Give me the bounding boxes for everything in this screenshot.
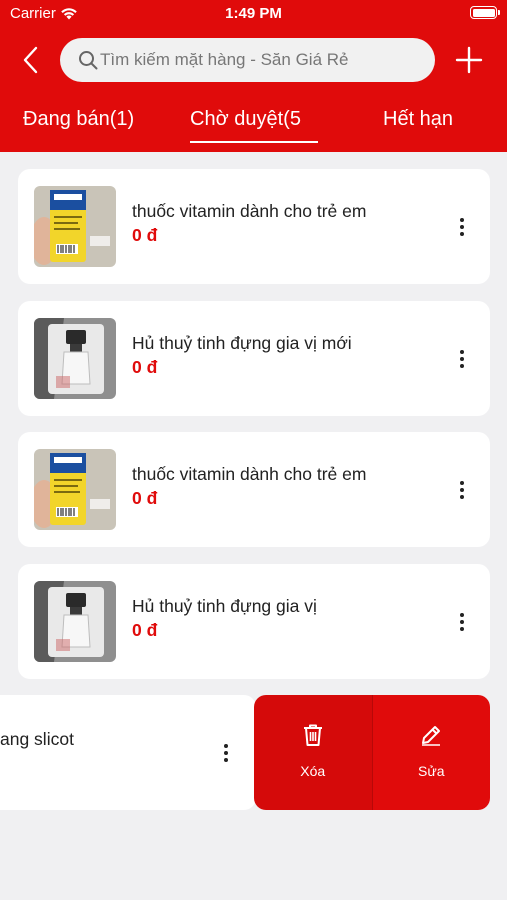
product-card[interactable]: Hủ thuỷ tinh đựng gia vị 0 đ: [18, 564, 490, 679]
status-tabs: Đang bán(1) Chờ duyệt(5 Hết hạn: [0, 104, 507, 146]
swiped-product-card[interactable]: ang slicot: [0, 695, 256, 810]
swipe-actions: Xóa Sửa: [254, 695, 490, 810]
product-price: 0 đ: [132, 488, 158, 508]
search-icon: [79, 51, 98, 70]
status-time: 1:49 PM: [225, 5, 282, 22]
edit-label: Sửa: [418, 763, 445, 779]
search-input[interactable]: Tìm kiếm mặt hàng - Săn Giá Rẻ: [60, 38, 435, 82]
edit-button[interactable]: Sửa: [371, 695, 490, 810]
product-price: 0 đ: [132, 225, 158, 245]
battery-icon: [470, 6, 500, 19]
tab-expired[interactable]: Hết hạn: [383, 108, 453, 131]
more-vertical-icon: [224, 744, 228, 762]
delete-button[interactable]: Xóa: [254, 695, 372, 810]
search-placeholder: Tìm kiếm mặt hàng - Săn Giá Rẻ: [100, 50, 349, 69]
tab-pending[interactable]: Chờ duyệt(5: [190, 108, 318, 131]
product-thumbnail: [34, 318, 116, 399]
product-title: Hủ thuỷ tinh đựng gia vị: [132, 596, 317, 616]
app-header: Carrier 1:49 PM Tìm kiếm mặt hàng - Săn …: [0, 0, 507, 152]
product-thumbnail: [34, 449, 116, 530]
delete-label: Xóa: [300, 763, 326, 779]
back-button[interactable]: [18, 44, 46, 76]
plus-icon: [455, 46, 483, 74]
more-vertical-icon: [460, 218, 464, 236]
trash-icon: [303, 724, 322, 746]
active-tab-indicator: [190, 141, 318, 143]
product-thumbnail: [34, 186, 116, 267]
product-price: 0 đ: [132, 620, 158, 640]
more-options-button[interactable]: [454, 612, 470, 632]
status-bar: Carrier 1:49 PM: [0, 0, 507, 28]
product-card[interactable]: thuốc vitamin dành cho trẻ em 0 đ: [18, 169, 490, 284]
more-options-button[interactable]: [218, 743, 234, 763]
pencil-icon: [422, 726, 441, 746]
product-thumbnail: [34, 581, 116, 662]
product-title: thuốc vitamin dành cho trẻ em: [132, 201, 367, 221]
more-vertical-icon: [460, 350, 464, 368]
product-card[interactable]: Hủ thuỷ tinh đựng gia vị mới 0 đ: [18, 301, 490, 416]
product-price: 0 đ: [132, 357, 158, 377]
chevron-left-icon: [23, 46, 38, 74]
more-vertical-icon: [460, 481, 464, 499]
tab-selling[interactable]: Đang bán(1): [23, 108, 134, 131]
product-title: ang slicot: [0, 729, 74, 749]
product-title: thuốc vitamin dành cho trẻ em: [132, 464, 367, 484]
product-title: Hủ thuỷ tinh đựng gia vị mới: [132, 333, 352, 353]
add-button[interactable]: [455, 46, 483, 74]
more-options-button[interactable]: [454, 217, 470, 237]
more-options-button[interactable]: [454, 349, 470, 369]
product-card[interactable]: thuốc vitamin dành cho trẻ em 0 đ: [18, 432, 490, 547]
more-options-button[interactable]: [454, 480, 470, 500]
more-vertical-icon: [460, 613, 464, 631]
